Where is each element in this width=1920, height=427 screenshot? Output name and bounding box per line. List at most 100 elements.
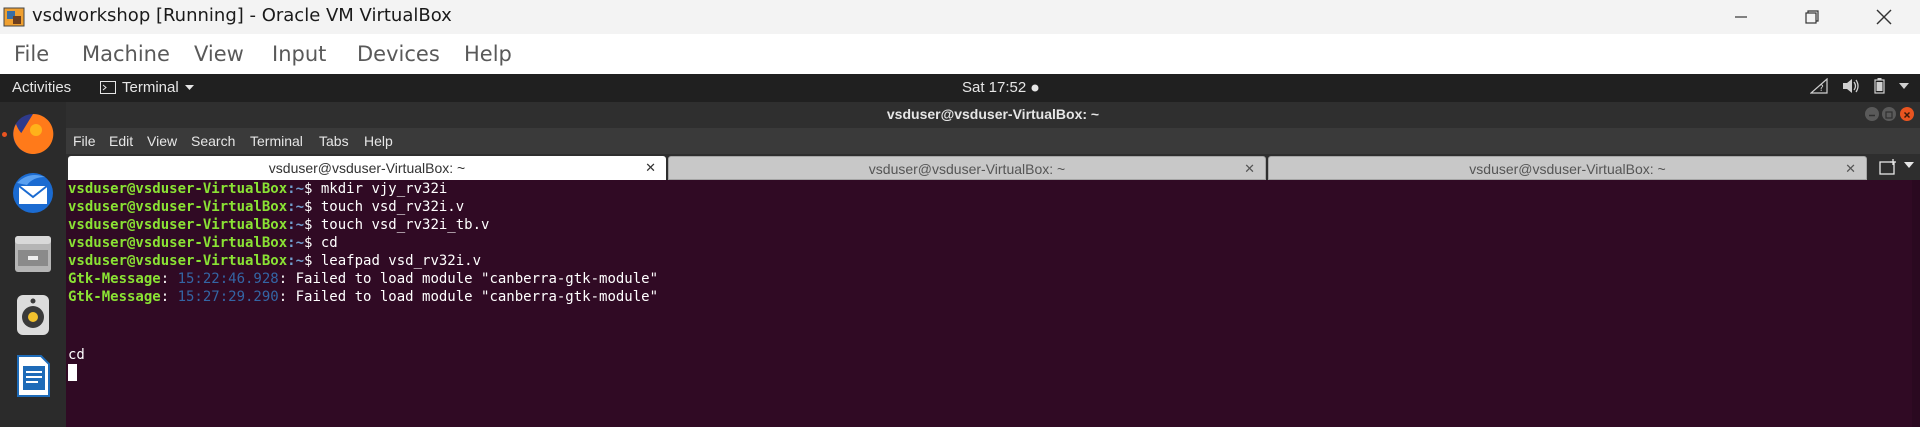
- tab-close-icon[interactable]: ✕: [1845, 161, 1856, 177]
- chevron-down-icon: [1899, 82, 1909, 89]
- chevron-down-icon[interactable]: [1904, 162, 1914, 168]
- command-text: touch vsd_rv32i.v: [320, 199, 465, 215]
- network-icon: ?: [1810, 78, 1828, 94]
- libreoffice-writer-icon[interactable]: [9, 352, 57, 400]
- app-menu-label: Terminal: [122, 79, 179, 96]
- prompt-symbol: $: [304, 199, 321, 215]
- gtk-message-key: Gtk-Message: [68, 271, 161, 287]
- terminal-icon: [100, 81, 116, 94]
- command-text: leafpad vsd_rv32i.v: [320, 253, 482, 269]
- close-button[interactable]: [1848, 0, 1920, 34]
- terminal-maximize-button[interactable]: [1882, 107, 1896, 121]
- menu-help[interactable]: Help: [464, 42, 512, 66]
- menu-machine[interactable]: Machine: [82, 42, 170, 66]
- terminal-line: vsduser@vsduser-VirtualBox:~$ leafpad vs…: [68, 252, 481, 270]
- prompt-user: vsduser@vsduser-VirtualBox: [68, 217, 288, 233]
- gtk-message-text: : Failed to load module "canberra-gtk-mo…: [278, 289, 659, 305]
- virtualbox-menu-bar: File Machine View Input Devices Help: [0, 34, 1920, 74]
- close-icon: [1903, 111, 1911, 119]
- svg-text:?: ?: [1819, 84, 1824, 94]
- terminal-menu-terminal[interactable]: Terminal: [250, 133, 303, 149]
- tab-label: vsduser@vsduser-VirtualBox: ~: [1469, 161, 1666, 177]
- maximize-icon: [1885, 111, 1893, 119]
- system-tray[interactable]: ?: [1810, 78, 1909, 94]
- prompt-path: :~: [287, 217, 305, 233]
- volume-icon: [1843, 79, 1859, 93]
- menu-view[interactable]: View: [194, 42, 244, 66]
- thunderbird-icon[interactable]: [9, 169, 57, 217]
- terminal-menu-view[interactable]: View: [147, 133, 177, 149]
- gtk-message-key: Gtk-Message: [68, 289, 161, 305]
- menu-input[interactable]: Input: [272, 42, 326, 66]
- battery-icon: [1874, 78, 1885, 94]
- rhythmbox-icon[interactable]: [9, 291, 57, 339]
- prompt-symbol: $: [304, 235, 321, 251]
- terminal-menu-edit[interactable]: Edit: [109, 133, 133, 149]
- gtk-message-separator: :: [160, 271, 178, 287]
- tab-close-icon[interactable]: ✕: [1244, 161, 1255, 177]
- gtk-message-time: 15:27:29.290: [177, 289, 279, 305]
- gtk-message-separator: :: [160, 289, 178, 305]
- terminal-tab-bar: vsduser@vsduser-VirtualBox: ~ ✕ vsduser@…: [66, 154, 1920, 180]
- tab-label: vsduser@vsduser-VirtualBox: ~: [268, 160, 466, 176]
- command-text: touch vsd_rv32i_tb.v: [320, 217, 490, 233]
- prompt-path: :~: [287, 253, 305, 269]
- terminal-tab-1[interactable]: vsduser@vsduser-VirtualBox: ~ ✕: [68, 156, 666, 180]
- terminal-menu-search[interactable]: Search: [191, 133, 235, 149]
- activities-button[interactable]: Activities: [12, 79, 71, 96]
- minimize-icon: [1735, 16, 1747, 18]
- command-text: cd: [320, 235, 338, 251]
- new-tab-icon[interactable]: [1879, 158, 1899, 176]
- terminal-menu-bar: File Edit View Search Terminal Tabs Help: [66, 128, 1920, 154]
- terminal-close-button[interactable]: [1900, 107, 1914, 121]
- gtk-message-text: : Failed to load module "canberra-gtk-mo…: [278, 271, 659, 287]
- tab-close-icon[interactable]: ✕: [645, 160, 656, 176]
- virtualbox-app-icon[interactable]: [3, 6, 25, 28]
- minimize-button[interactable]: [1705, 0, 1777, 34]
- clock-label: Sat 17:52: [962, 79, 1027, 96]
- prompt-path: :~: [287, 181, 305, 197]
- text-cursor: [68, 364, 77, 381]
- command-text: mkdir vjy_rv32i: [320, 181, 448, 197]
- menu-devices[interactable]: Devices: [357, 42, 440, 66]
- notification-dot-icon: [1031, 84, 1039, 91]
- prompt-symbol: $: [304, 253, 321, 269]
- dock: [0, 102, 66, 427]
- terminal-line: vsduser@vsduser-VirtualBox:~$ cd: [68, 234, 338, 252]
- firefox-icon[interactable]: [9, 110, 57, 158]
- gtk-message-line: Gtk-Message: 15:27:29.290: Failed to loa…: [68, 288, 658, 306]
- host-title-bar: vsdworkshop [Running] - Oracle VM Virtua…: [0, 0, 1920, 34]
- menu-file[interactable]: File: [14, 42, 49, 66]
- active-indicator: [2, 132, 7, 137]
- terminal-menu-file[interactable]: File: [73, 133, 96, 149]
- prompt-path: :~: [287, 235, 305, 251]
- app-menu-terminal[interactable]: Terminal: [100, 79, 194, 96]
- terminal-content[interactable]: vsduser@vsduser-VirtualBox:~$ mkdir vjy_…: [66, 180, 1920, 427]
- terminal-tab-2[interactable]: vsduser@vsduser-VirtualBox: ~ ✕: [668, 156, 1266, 180]
- terminal-window: vsduser@vsduser-VirtualBox: ~ File Edit …: [66, 102, 1920, 427]
- prompt-user: vsduser@vsduser-VirtualBox: [68, 199, 288, 215]
- clock[interactable]: Sat 17:52: [962, 79, 1039, 96]
- terminal-menu-tabs[interactable]: Tabs: [319, 133, 349, 149]
- terminal-scrollbar[interactable]: [1912, 180, 1920, 427]
- terminal-line: vsduser@vsduser-VirtualBox:~$ touch vsd_…: [68, 216, 489, 234]
- prompt-user: vsduser@vsduser-VirtualBox: [68, 235, 288, 251]
- files-icon[interactable]: [9, 230, 57, 278]
- gtk-message-time: 15:22:46.928: [177, 271, 279, 287]
- terminal-title-bar: vsduser@vsduser-VirtualBox: ~: [66, 102, 1920, 128]
- terminal-title: vsduser@vsduser-VirtualBox: ~: [886, 106, 1100, 122]
- chevron-down-icon: [184, 84, 194, 90]
- host-window-title: vsdworkshop [Running] - Oracle VM Virtua…: [32, 5, 452, 26]
- gtk-message-line: Gtk-Message: 15:22:46.928: Failed to loa…: [68, 270, 658, 288]
- prompt-path: :~: [287, 199, 305, 215]
- restore-icon: [1805, 10, 1819, 24]
- prompt-user: vsduser@vsduser-VirtualBox: [68, 181, 288, 197]
- close-icon: [1876, 9, 1892, 25]
- terminal-menu-help[interactable]: Help: [364, 133, 393, 149]
- prompt-user: vsduser@vsduser-VirtualBox: [68, 253, 288, 269]
- terminal-minimize-button[interactable]: [1865, 107, 1879, 121]
- restore-button[interactable]: [1776, 0, 1848, 34]
- terminal-tab-3[interactable]: vsduser@vsduser-VirtualBox: ~ ✕: [1268, 156, 1867, 180]
- prompt-symbol: $: [304, 181, 321, 197]
- minimize-icon: [1869, 114, 1875, 117]
